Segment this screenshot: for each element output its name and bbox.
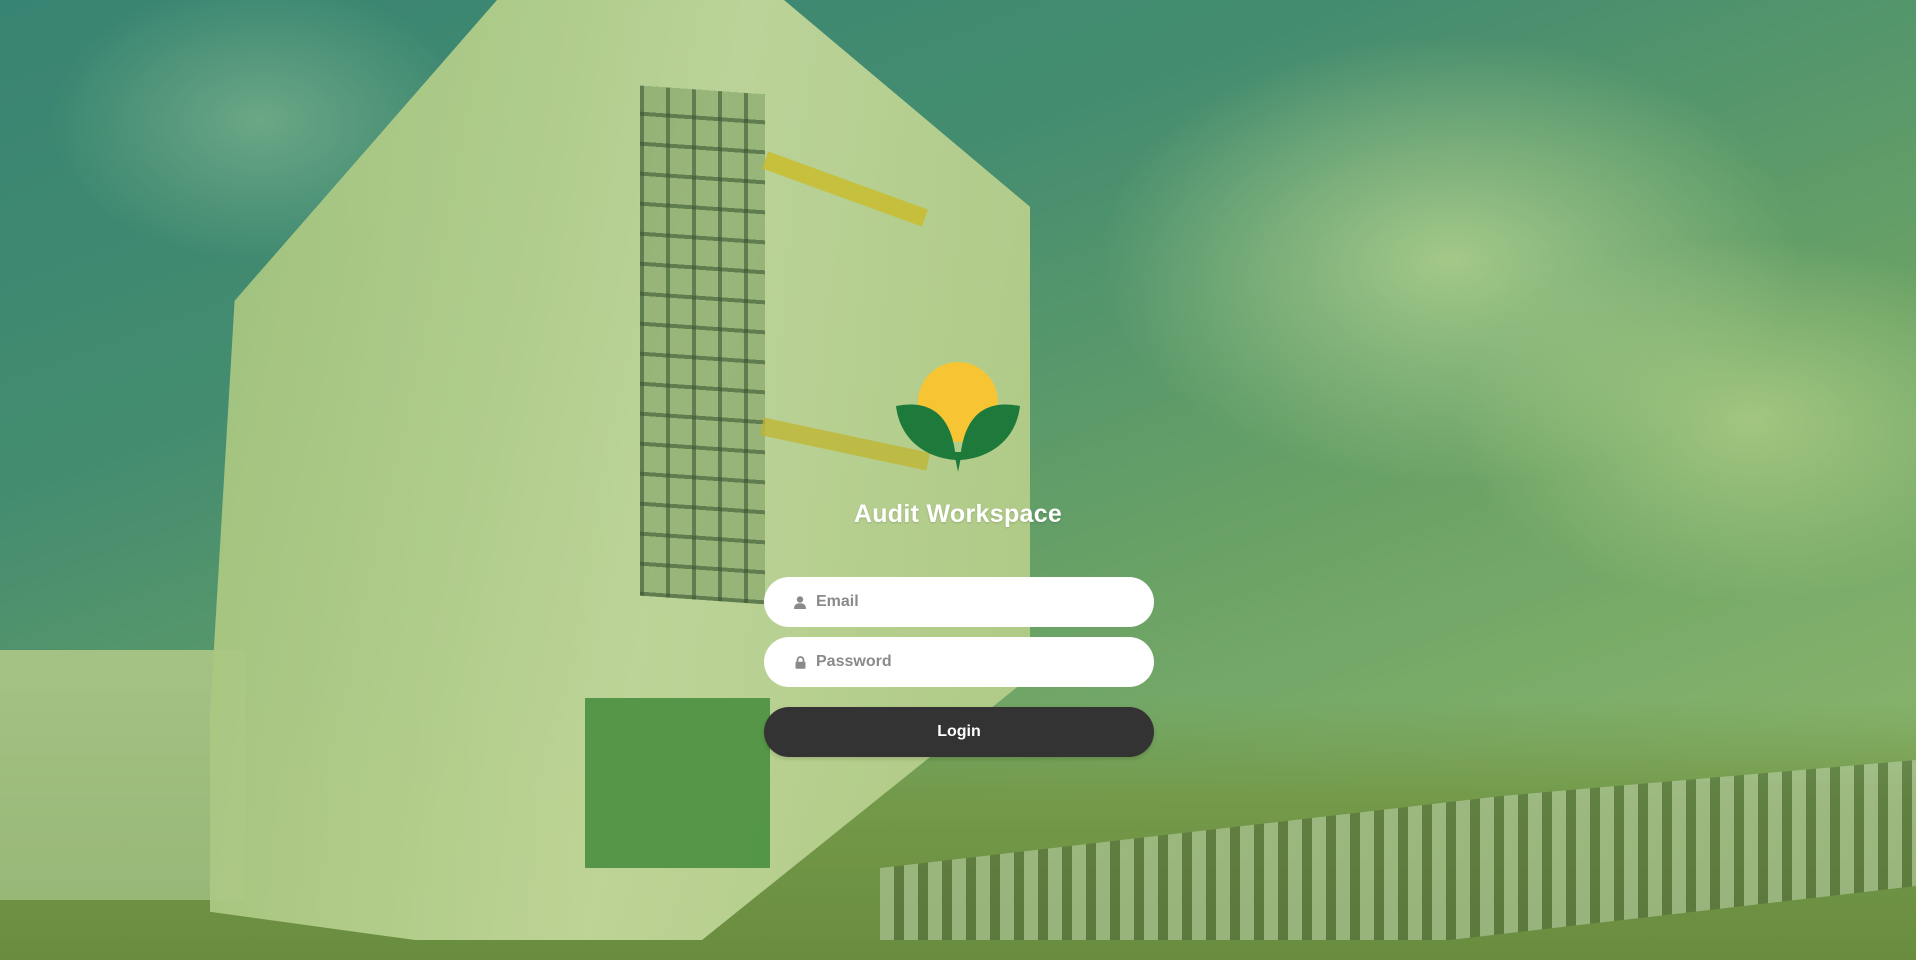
login-button[interactable]: Login	[764, 707, 1154, 757]
email-input[interactable]	[816, 593, 1136, 611]
logo-stem	[954, 452, 962, 472]
logo-icon	[896, 362, 1020, 472]
user-icon	[792, 594, 808, 610]
password-field[interactable]	[764, 637, 1154, 687]
login-panel: Audit Workspace Login	[0, 0, 1916, 960]
login-page: Audit Workspace Login	[0, 0, 1916, 960]
password-input[interactable]	[816, 653, 1136, 671]
app-title: Audit Workspace	[853, 500, 1063, 528]
email-field[interactable]	[764, 577, 1154, 627]
lock-icon	[792, 654, 808, 670]
